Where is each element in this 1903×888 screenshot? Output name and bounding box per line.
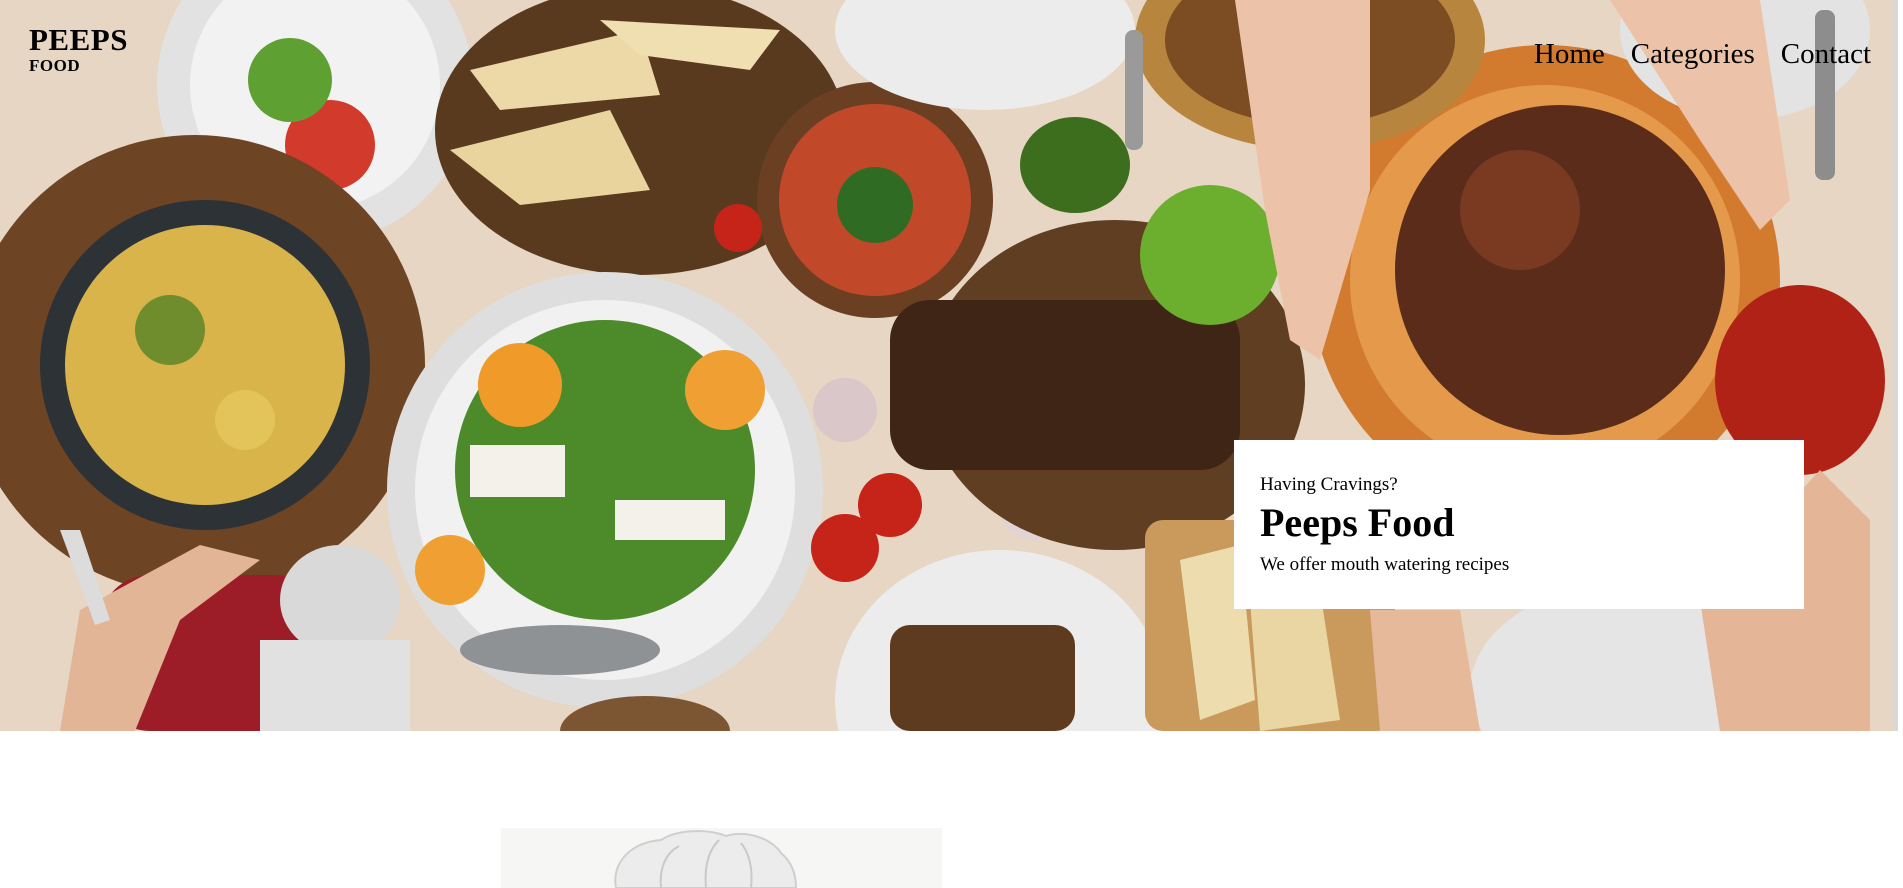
hero-title: Peeps Food [1260, 500, 1455, 545]
hero-card: Having Cravings? Peeps Food We offer mou… [1234, 440, 1804, 609]
logo[interactable]: PEEPS FOOD [29, 24, 128, 74]
hero-eyebrow: Having Cravings? [1260, 474, 1398, 495]
logo-name: PEEPS [29, 22, 128, 57]
main-nav: Home Categories Contact [1534, 38, 1871, 71]
hero-tagline: We offer mouth watering recipes [1260, 554, 1510, 575]
nav-link-home[interactable]: Home [1534, 38, 1605, 71]
chef-hat-icon [501, 828, 942, 888]
hero-section [0, 0, 1898, 731]
nav-link-contact[interactable]: Contact [1781, 38, 1871, 71]
scrollbar[interactable] [1893, 0, 1898, 731]
chef-hat-image [501, 828, 942, 888]
hero-food-image [0, 0, 1898, 731]
logo-subtitle: FOOD [29, 56, 81, 75]
nav-link-categories[interactable]: Categories [1631, 38, 1755, 71]
